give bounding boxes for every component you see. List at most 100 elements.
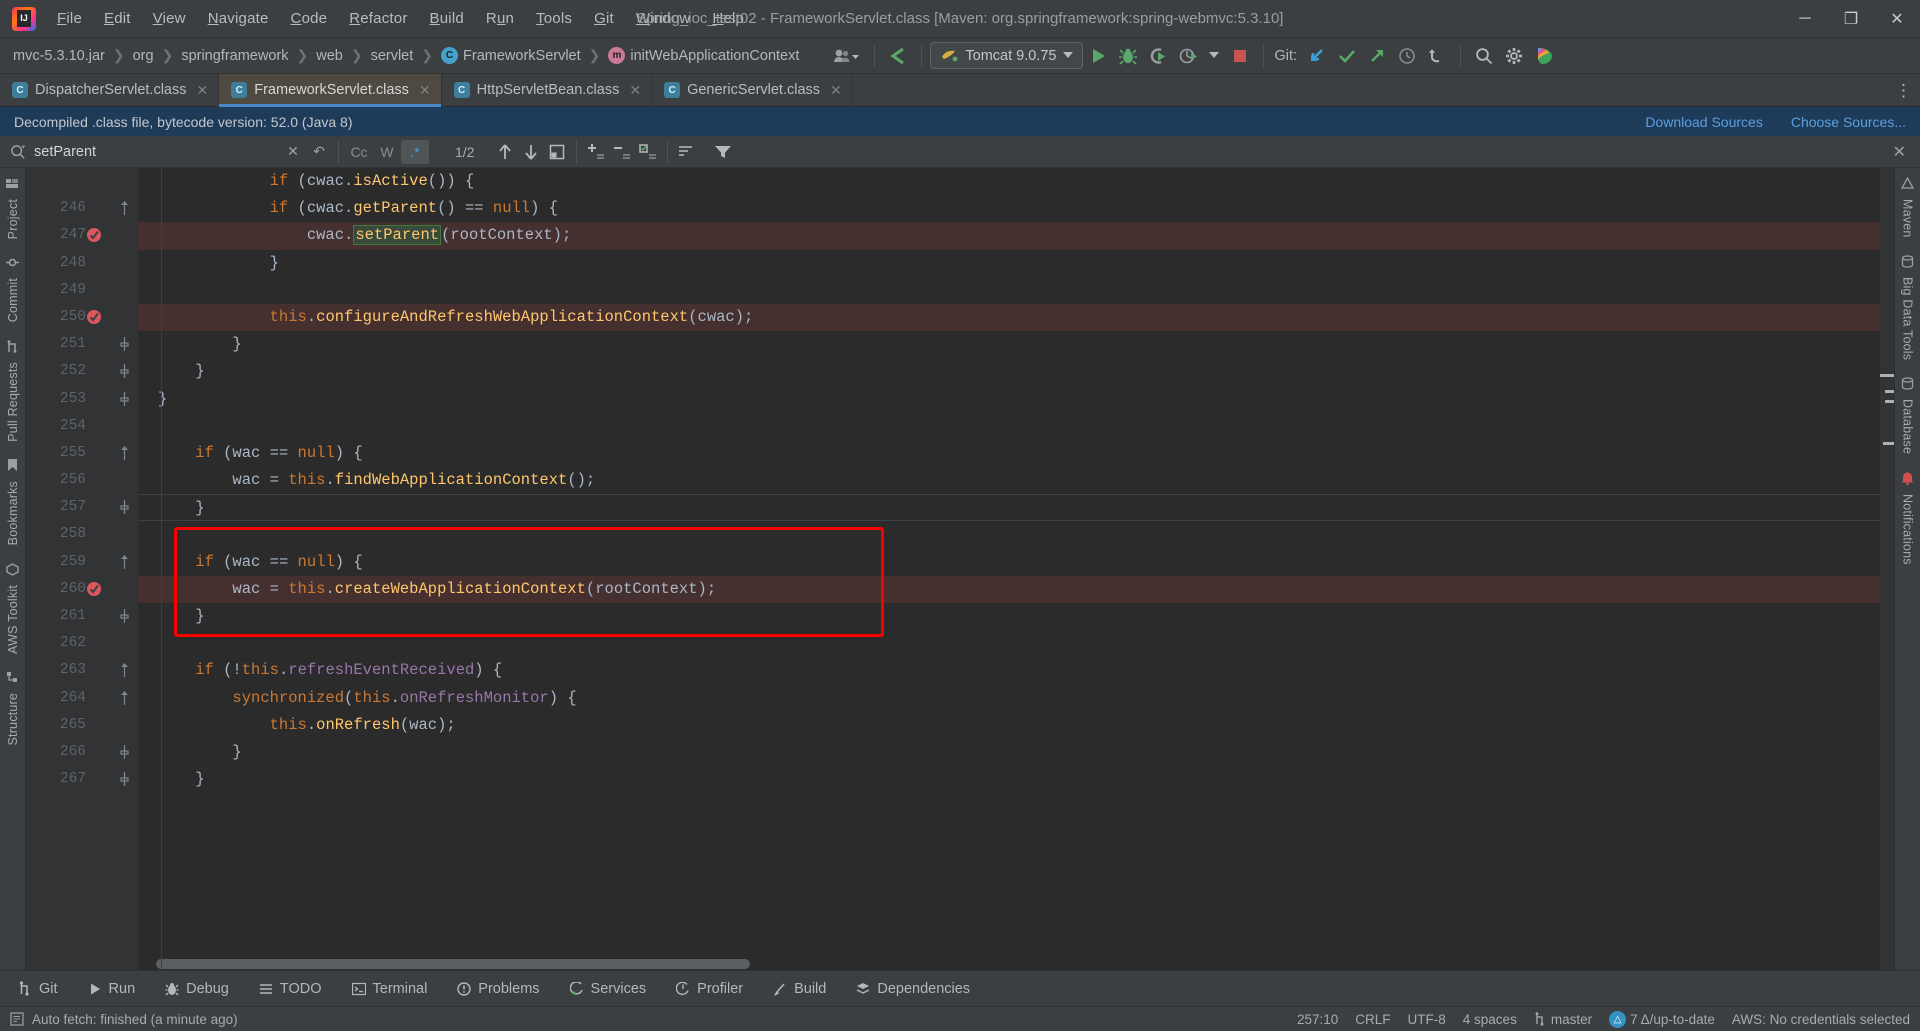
- tool-window-services[interactable]: Services: [566, 978, 651, 1000]
- code-line[interactable]: if (cwac.isActive()) {: [138, 168, 1894, 195]
- editor[interactable]: 246 247 248 249 250 251 252 253 254 255 256 257 258 2…: [26, 168, 1894, 970]
- tab-dispatcherservlet[interactable]: C DispatcherServlet.class ✕: [0, 74, 220, 106]
- regex-toggle[interactable]: .*: [401, 139, 429, 164]
- menu-view[interactable]: View: [142, 6, 197, 31]
- tab-close-icon[interactable]: ✕: [629, 82, 641, 99]
- aws-credentials-widget[interactable]: AWS: No credentials selected: [1732, 1012, 1910, 1027]
- sidebar-item-big-data-tools[interactable]: Big Data Tools: [1901, 270, 1915, 367]
- code-line[interactable]: [138, 277, 1894, 304]
- code-line[interactable]: }: [138, 603, 1894, 630]
- code-line[interactable]: [138, 630, 1894, 657]
- rollback-icon[interactable]: [1422, 43, 1452, 69]
- search-everywhere-icon[interactable]: [1469, 43, 1499, 69]
- code-line[interactable]: [138, 413, 1894, 440]
- fold-start-icon[interactable]: [119, 445, 130, 460]
- menu-tools[interactable]: Tools: [525, 6, 583, 31]
- breakpoint-icon[interactable]: [86, 309, 102, 325]
- sidebar-item-pull-requests[interactable]: Pull Requests: [6, 355, 20, 449]
- tool-window-problems[interactable]: Problems: [453, 978, 543, 1000]
- fold-start-icon[interactable]: [119, 663, 130, 678]
- code-line[interactable]: }: [138, 358, 1894, 385]
- fold-end-icon[interactable]: [119, 744, 130, 759]
- run-with-coverage-icon[interactable]: [1143, 43, 1173, 69]
- tab-close-icon[interactable]: ✕: [197, 82, 209, 99]
- add-selection-icon[interactable]: [583, 140, 609, 164]
- remove-selection-icon[interactable]: [609, 140, 635, 164]
- git-branch-widget[interactable]: master: [1534, 1012, 1592, 1027]
- error-stripe-marker-panel[interactable]: [1880, 168, 1894, 970]
- commit-icon[interactable]: [1332, 43, 1362, 69]
- breadcrumb-org[interactable]: org: [128, 46, 159, 66]
- tool-window-dependencies[interactable]: Dependencies: [852, 978, 974, 1000]
- sidebar-item-structure[interactable]: Structure: [6, 686, 20, 753]
- sort-results-icon[interactable]: [674, 140, 700, 164]
- fold-end-icon[interactable]: [119, 500, 130, 515]
- code-line[interactable]: }: [138, 386, 1894, 413]
- code-line[interactable]: }: [138, 331, 1894, 358]
- fold-end-icon[interactable]: [119, 772, 130, 787]
- fold-start-icon[interactable]: [119, 201, 130, 216]
- code-line[interactable]: if (wac == null) {: [138, 549, 1894, 576]
- breadcrumb-springframework[interactable]: springframework: [176, 46, 293, 66]
- breadcrumb-method[interactable]: m initWebApplicationContext: [603, 45, 804, 66]
- menu-help[interactable]: Help: [701, 6, 755, 31]
- menu-edit[interactable]: Edit: [93, 6, 142, 31]
- tool-window-terminal[interactable]: Terminal: [348, 978, 432, 1000]
- chevron-down-icon[interactable]: [1203, 43, 1225, 69]
- fold-end-icon[interactable]: [119, 609, 130, 623]
- push-icon[interactable]: [1362, 43, 1392, 69]
- sidebar-item-bookmarks[interactable]: Bookmarks: [6, 474, 20, 552]
- breadcrumb-jar[interactable]: mvc-5.3.10.jar: [8, 46, 110, 66]
- editor-code-area[interactable]: if (cwac.isActive()) { if (cwac.getParen…: [138, 168, 1894, 970]
- breadcrumb-servlet[interactable]: servlet: [366, 46, 419, 66]
- code-line[interactable]: }: [138, 766, 1894, 793]
- history-icon[interactable]: [1392, 43, 1422, 69]
- ide-assistant-icon[interactable]: [1529, 43, 1559, 69]
- settings-icon[interactable]: [1499, 43, 1529, 69]
- breadcrumb-class[interactable]: C FrameworkServlet: [436, 45, 586, 66]
- caret-position[interactable]: 257:10: [1297, 1012, 1338, 1027]
- code-line[interactable]: wac = this.createWebApplicationContext(r…: [138, 575, 1894, 603]
- sidebar-item-aws-toolkit[interactable]: AWS Toolkit: [6, 578, 20, 661]
- code-line[interactable]: }: [138, 739, 1894, 766]
- tool-window-build[interactable]: Build: [769, 978, 830, 1000]
- fold-end-icon[interactable]: [119, 391, 130, 406]
- profile-icon[interactable]: [826, 43, 866, 69]
- vcs-update-widget[interactable]: △ 7 Δ/up-to-date: [1609, 1010, 1715, 1028]
- words-toggle[interactable]: W: [373, 140, 401, 164]
- code-line[interactable]: }: [138, 494, 1894, 522]
- sidebar-item-project[interactable]: Project: [6, 192, 20, 246]
- indent-setting[interactable]: 4 spaces: [1463, 1012, 1517, 1027]
- stop-icon[interactable]: [1225, 43, 1255, 69]
- tool-window-todo[interactable]: TODO: [255, 978, 326, 1000]
- menu-run[interactable]: Run: [475, 6, 525, 31]
- menu-file[interactable]: File: [46, 6, 93, 31]
- maximize-button[interactable]: ❐: [1828, 0, 1874, 38]
- find-input-wrapper[interactable]: [10, 143, 280, 160]
- back-arrow-icon[interactable]: [883, 43, 913, 69]
- breakpoint-icon[interactable]: [86, 227, 102, 243]
- tool-window-debug[interactable]: Debug: [161, 978, 233, 1000]
- close-button[interactable]: ✕: [1874, 0, 1920, 38]
- find-next-icon[interactable]: [518, 140, 544, 164]
- run-configuration-selector[interactable]: Tomcat 9.0.75: [930, 42, 1084, 69]
- menu-window[interactable]: Window: [625, 6, 702, 31]
- fold-start-icon[interactable]: [119, 690, 130, 705]
- code-line[interactable]: cwac. setParent (rootContext);: [138, 222, 1894, 250]
- debug-icon[interactable]: [1113, 43, 1143, 69]
- editor-gutter[interactable]: 246 247 248 249 250 251 252 253 254 255 256 257 258 2…: [26, 168, 138, 970]
- code-line[interactable]: this.onRefresh(wac);: [138, 712, 1894, 739]
- search-history-icon[interactable]: ↶: [306, 140, 332, 164]
- menu-code[interactable]: Code: [280, 6, 339, 31]
- scrollbar-thumb[interactable]: [156, 959, 750, 969]
- run-icon[interactable]: [1083, 43, 1113, 69]
- tab-frameworkservlet[interactable]: C FrameworkServlet.class ✕: [219, 74, 442, 107]
- close-find-bar-icon[interactable]: ✕: [1893, 142, 1910, 162]
- filter-icon[interactable]: [710, 140, 736, 164]
- code-line[interactable]: if (!this.refreshEventReceived) {: [138, 657, 1894, 684]
- open-in-find-window-icon[interactable]: [544, 140, 570, 164]
- breadcrumb-web[interactable]: web: [311, 46, 348, 66]
- sidebar-item-notifications[interactable]: Notifications: [1901, 487, 1915, 572]
- tab-close-icon[interactable]: ✕: [419, 82, 431, 99]
- minimize-button[interactable]: ─: [1782, 0, 1828, 38]
